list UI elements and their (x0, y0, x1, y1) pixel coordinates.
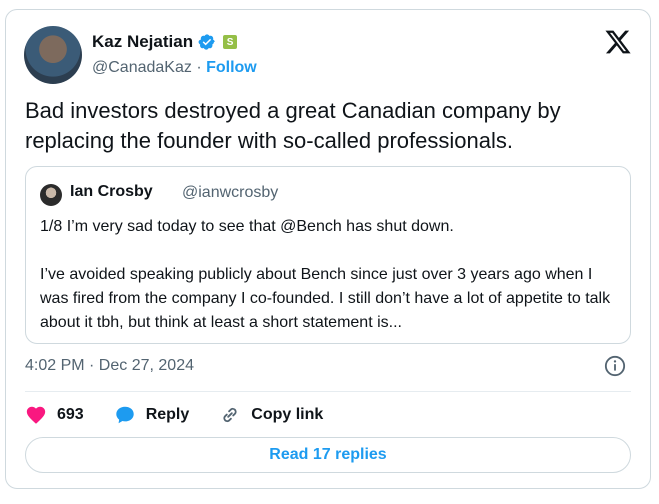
action-bar: 693 Reply Copy link (25, 404, 353, 426)
verified-badge-icon (198, 34, 215, 50)
heart-icon (26, 406, 46, 424)
copy-link-button[interactable]: Copy link (219, 404, 323, 426)
like-button[interactable]: 693 (25, 404, 84, 426)
x-logo-icon[interactable] (604, 28, 632, 56)
quoted-tweet[interactable]: Ian Crosby @ianwcrosby 1/8 I’m very sad … (25, 166, 631, 344)
quoted-tweet-text: 1/8 I’m very sad today to see that @Benc… (40, 218, 611, 331)
author-name[interactable]: Kaz Nejatian (92, 32, 193, 52)
link-icon (223, 407, 237, 423)
read-replies-button[interactable]: Read 17 replies (25, 437, 631, 473)
divider (25, 391, 631, 392)
reply-bubble-icon (115, 406, 134, 424)
reply-button[interactable]: Reply (114, 404, 190, 426)
quoted-author-avatar (40, 184, 62, 206)
shopify-badge-icon: S (223, 35, 238, 49)
author-name-row: Kaz Nejatian S (92, 32, 238, 52)
tweet-card: Kaz Nejatian S @CanadaKaz · Follow Bad i… (5, 9, 651, 489)
like-count: 693 (57, 406, 84, 423)
author-handle-row: @CanadaKaz · Follow (92, 59, 257, 76)
reply-label: Reply (145, 406, 190, 423)
tweet-timestamp[interactable]: 4:02 PM · Dec 27, 2024 (25, 357, 194, 375)
info-icon[interactable] (604, 355, 626, 377)
author-avatar[interactable] (24, 26, 82, 84)
follow-button[interactable]: Follow (206, 59, 257, 76)
tweet-text: Bad investors destroyed a great Canadian… (25, 98, 561, 153)
copy-link-label: Copy link (251, 406, 324, 423)
author-handle[interactable]: @CanadaKaz (92, 59, 192, 76)
quoted-author-handle: @ianwcrosby (182, 184, 279, 201)
quoted-author-name: Ian Crosby (70, 183, 153, 200)
